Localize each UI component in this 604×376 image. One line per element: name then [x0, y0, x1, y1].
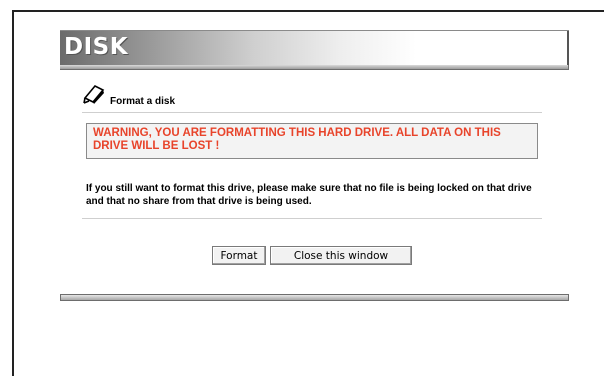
page-title: DISK: [64, 34, 129, 60]
header-banner: DISK: [60, 30, 569, 65]
button-row: Format Close this window: [212, 246, 412, 265]
window-frame-left: [12, 10, 14, 376]
banner-edge: [567, 31, 569, 65]
format-instructions: If you still want to format this drive, …: [86, 183, 532, 207]
window-frame-top: [12, 10, 604, 12]
footer-bar: [60, 294, 569, 301]
format-button[interactable]: Format: [212, 246, 266, 265]
disk-panel: DISK Format a disk WARNING, YOU ARE FORM…: [60, 30, 569, 265]
section-title: Format a disk: [110, 96, 176, 107]
divider-bottom: [82, 218, 542, 219]
warning-box: WARNING, YOU ARE FORMATTING THIS HARD DR…: [86, 123, 538, 159]
banner-underline: [60, 65, 569, 70]
close-window-button[interactable]: Close this window: [270, 246, 412, 265]
pen-icon: [83, 85, 105, 104]
divider-top: [82, 112, 542, 113]
dialog-window: DISK Format a disk WARNING, YOU ARE FORM…: [0, 0, 604, 376]
section-header: Format a disk: [82, 83, 176, 107]
